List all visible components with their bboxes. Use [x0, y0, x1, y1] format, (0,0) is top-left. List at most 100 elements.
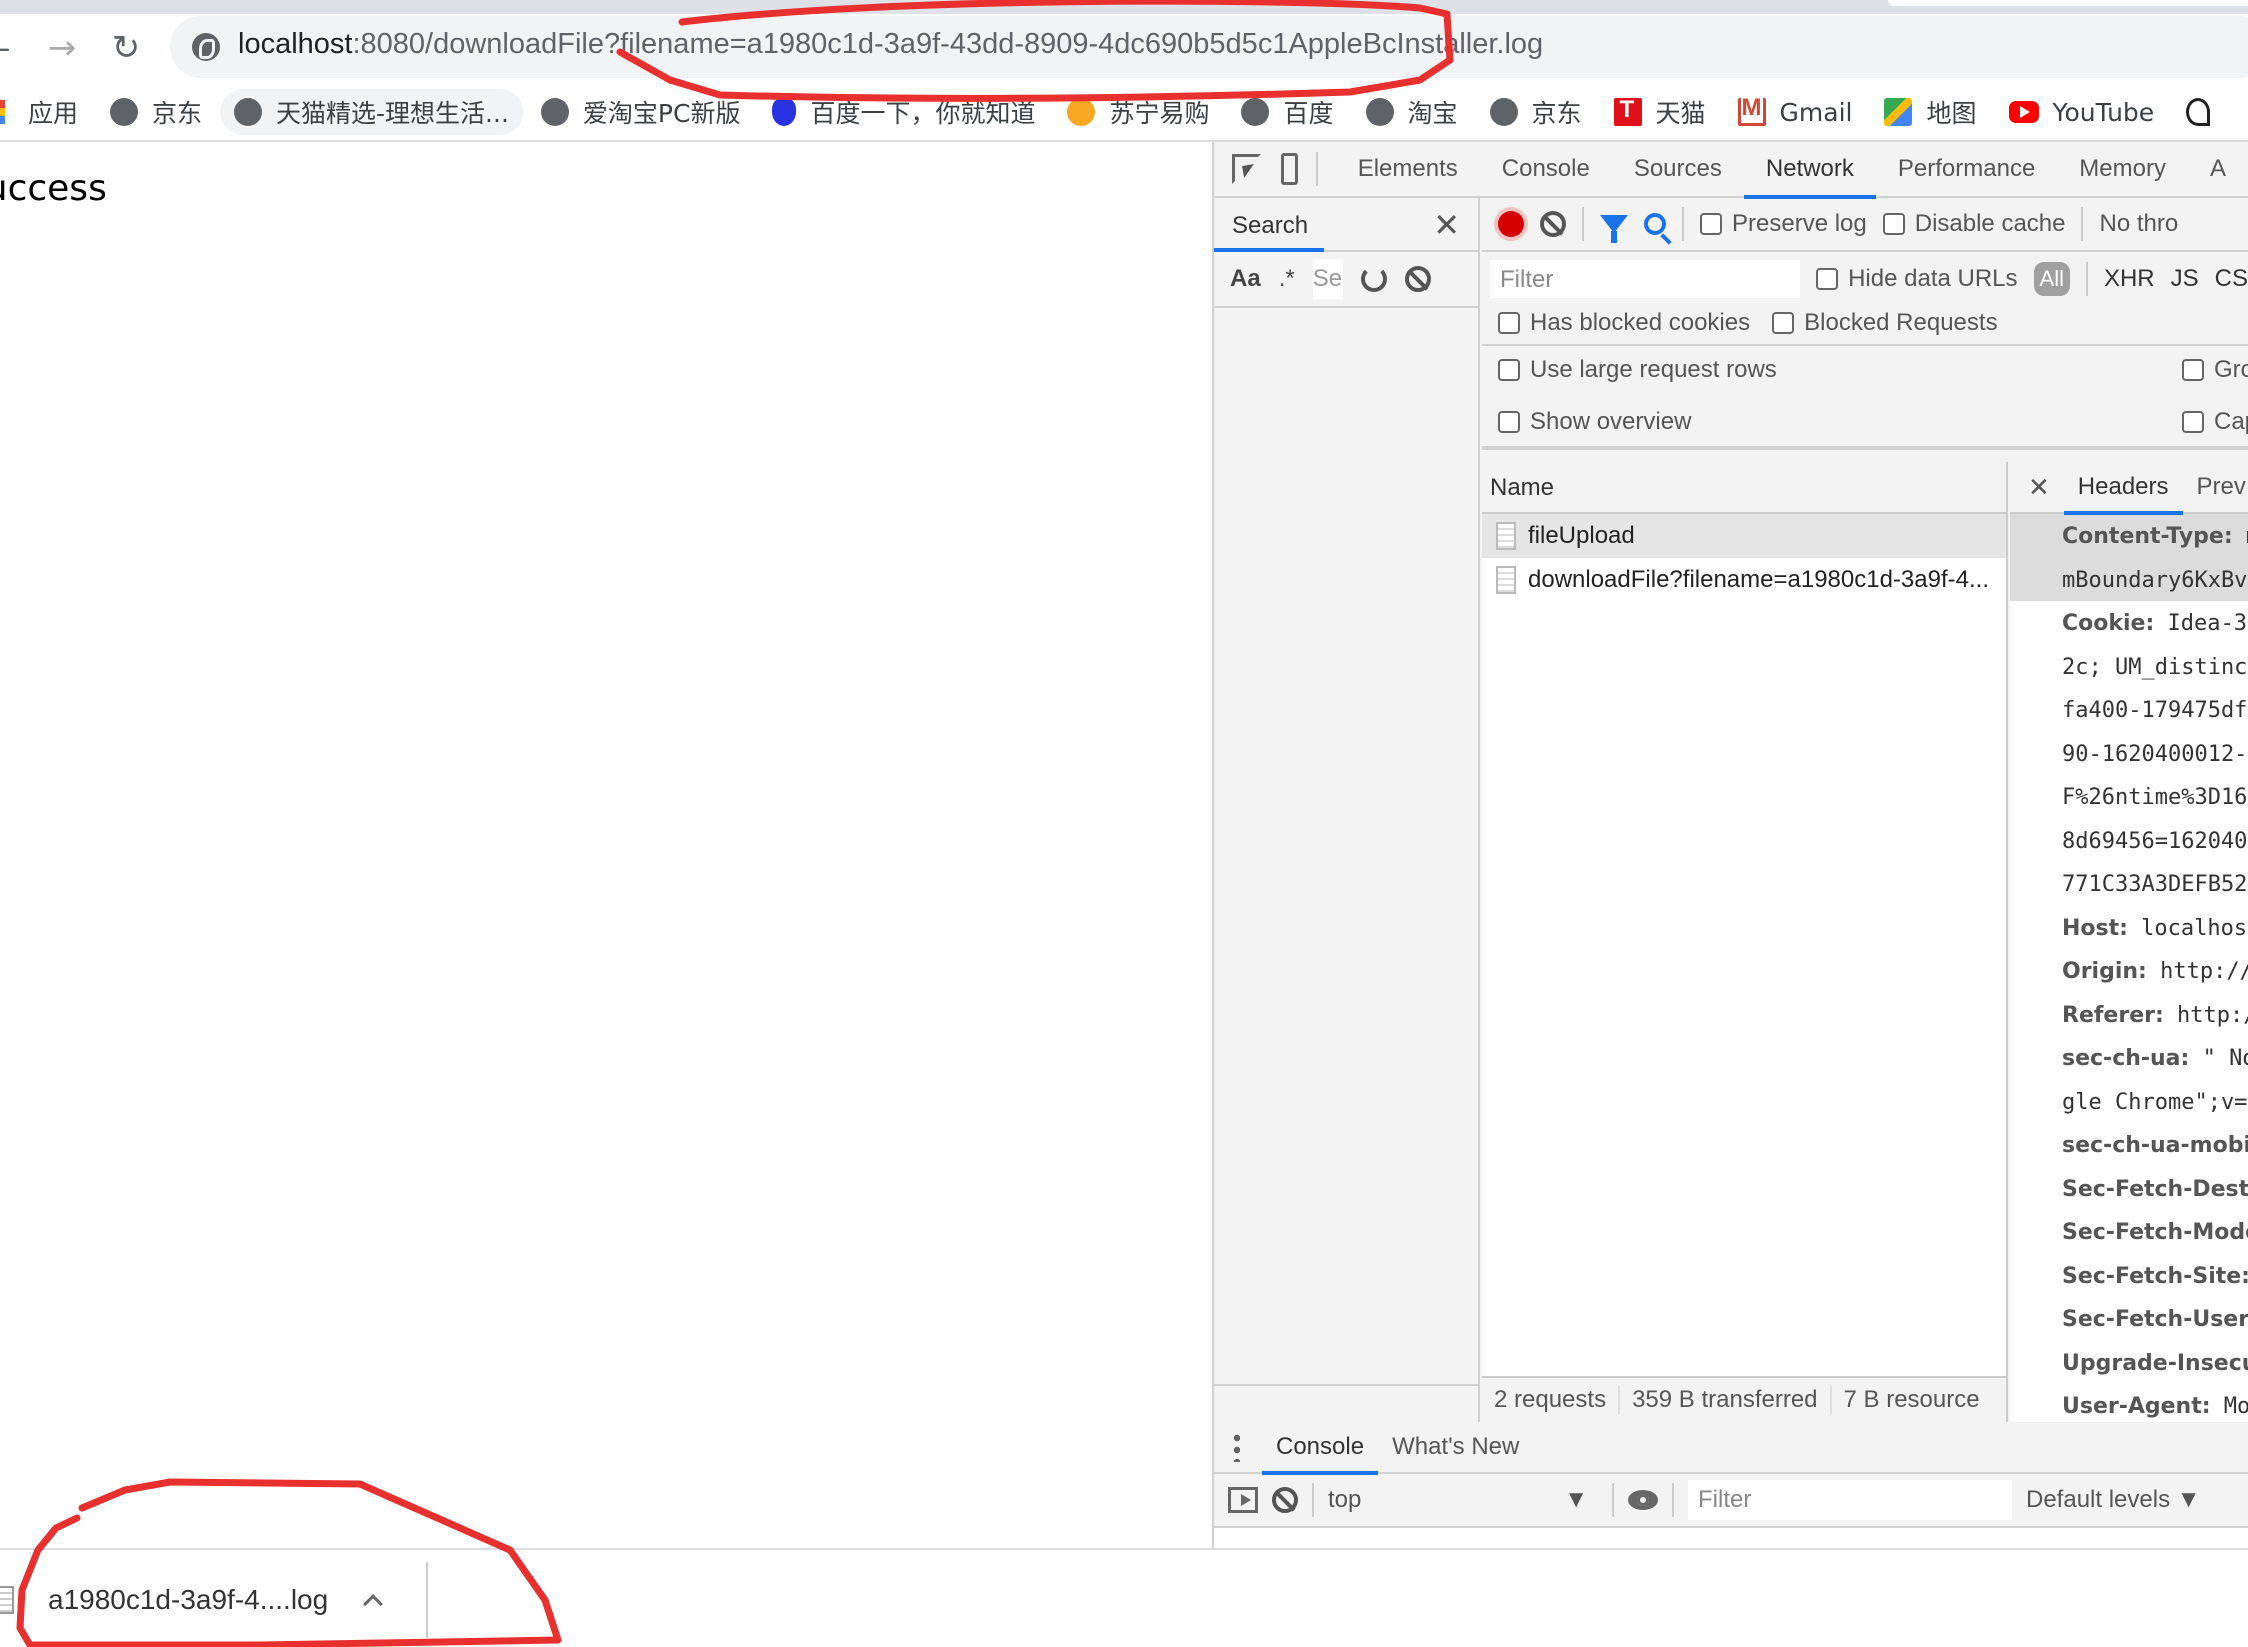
live-expression-icon[interactable]: [1628, 1490, 1658, 1510]
header-line[interactable]: sec-ch-ua: " Not: [2010, 1036, 2248, 1080]
bookmark-jd[interactable]: 京东: [96, 89, 216, 135]
bookmark-maps[interactable]: 地图: [1870, 89, 1990, 135]
device-toolbar-icon[interactable]: [1280, 153, 1298, 185]
type-filter-css[interactable]: CS: [2215, 265, 2248, 293]
hide-data-urls-checkbox[interactable]: Hide data URLs: [1816, 265, 2018, 293]
header-line[interactable]: User-Agent: Moz: [2010, 1384, 2248, 1422]
header-line[interactable]: sec-ch-ua-mobile: [2010, 1123, 2248, 1167]
checkbox-box[interactable]: [1498, 411, 1520, 433]
header-line[interactable]: Cookie: Idea-31: [2010, 601, 2248, 645]
chevron-up-icon[interactable]: [363, 1594, 384, 1614]
search-tab[interactable]: Search: [1213, 212, 1325, 252]
console-filter-input[interactable]: Filter: [1688, 1480, 2012, 1520]
back-button[interactable]: –: [0, 26, 24, 70]
request-row[interactable]: fileUpload: [1482, 514, 2006, 558]
match-case-toggle[interactable]: Aa: [1230, 265, 1261, 293]
search-icon[interactable]: [1644, 213, 1666, 235]
clear-console-icon[interactable]: [1272, 1487, 1298, 1513]
header-line[interactable]: Sec-Fetch-Dest:: [2010, 1167, 2248, 1211]
context-select[interactable]: top ▼: [1328, 1486, 1598, 1514]
type-filter-xhr[interactable]: XHR: [2104, 265, 2155, 293]
tab-performance[interactable]: Performance: [1876, 141, 2057, 197]
tab-network[interactable]: Network: [1743, 141, 1876, 199]
checkbox-box[interactable]: [1498, 359, 1520, 381]
forward-button[interactable]: →: [40, 26, 84, 70]
bookmark-overflow[interactable]: [2172, 89, 2238, 135]
header-line[interactable]: 771C33A3DEFB52: [2010, 862, 2248, 906]
header-line[interactable]: Upgrade-Insecur: [2010, 1341, 2248, 1385]
capture-screenshots-checkbox[interactable]: Cap: [2182, 408, 2248, 436]
throttling-select[interactable]: No thro: [2099, 210, 2178, 238]
header-line[interactable]: F%26ntime%3D162: [2010, 775, 2248, 819]
drawer-tab-whats-new[interactable]: What's New: [1378, 1421, 1533, 1473]
checkbox-box[interactable]: [1498, 312, 1520, 334]
bookmark-tmall[interactable]: 天猫: [1600, 89, 1720, 135]
bookmark-suning[interactable]: 苏宁易购: [1053, 89, 1223, 135]
checkbox-box[interactable]: [2182, 411, 2204, 433]
clear-search-icon[interactable]: [1404, 266, 1431, 292]
checkbox-box[interactable]: [1772, 312, 1795, 334]
tab-preview[interactable]: Prev: [2183, 462, 2248, 513]
bookmark-jd-2[interactable]: 京东: [1476, 89, 1596, 135]
header-line[interactable]: 90-1620400012-l: [2010, 732, 2248, 776]
request-row[interactable]: downloadFile?filename=a1980c1d-3a9f-4...: [1482, 558, 2006, 602]
tab-sources[interactable]: Sources: [1612, 141, 1744, 197]
has-blocked-cookies-checkbox[interactable]: Has blocked cookies: [1498, 309, 1750, 337]
url-text[interactable]: localhost:8080/downloadFile?filename=a19…: [238, 28, 1543, 61]
tab-console[interactable]: Console: [1480, 141, 1612, 197]
disable-cache-checkbox[interactable]: Disable cache: [1882, 210, 2065, 238]
show-overview-checkbox[interactable]: Show overview: [1498, 408, 1691, 436]
name-column-header[interactable]: Name: [1482, 462, 2006, 514]
bookmark-tmall-select[interactable]: 天猫精选-理想生活...: [220, 89, 523, 135]
header-line[interactable]: Referer: http://: [2010, 993, 2248, 1037]
download-item[interactable]: a1980c1d-3a9f-4....log: [0, 1562, 428, 1638]
type-filter-js[interactable]: JS: [2171, 265, 2199, 293]
bookmark-baidu[interactable]: 百度: [1227, 89, 1347, 135]
close-search-icon[interactable]: ✕: [1433, 206, 1460, 244]
clear-icon[interactable]: [1540, 211, 1566, 237]
tab-elements[interactable]: Elements: [1336, 141, 1480, 197]
active-tab-edge[interactable]: [1888, 0, 2248, 6]
bookmark-gmail[interactable]: Gmail: [1724, 89, 1867, 135]
console-output[interactable]: [1214, 1528, 2248, 1548]
tab-memory[interactable]: Memory: [2057, 141, 2188, 197]
header-line[interactable]: 2c; UM_distinct: [2010, 645, 2248, 689]
header-line[interactable]: mBoundary6KxBvl: [2010, 557, 2248, 601]
more-options-icon[interactable]: [1234, 1432, 1240, 1462]
checkbox-box[interactable]: [1816, 268, 1839, 290]
group-by-frame-checkbox[interactable]: Gro: [2182, 356, 2248, 384]
bookmark-taobao[interactable]: 淘宝: [1352, 89, 1472, 135]
bookmark-apps[interactable]: 应用: [0, 89, 92, 135]
reload-button[interactable]: ↻: [104, 26, 148, 70]
bookmark-youtube[interactable]: YouTube: [1995, 89, 2169, 135]
header-line[interactable]: Host: localhost: [2010, 906, 2248, 950]
drawer-tab-console[interactable]: Console: [1262, 1421, 1379, 1475]
filter-icon[interactable]: [1600, 215, 1628, 243]
header-line[interactable]: fa400-179475dfe: [2010, 688, 2248, 732]
regex-toggle[interactable]: .*: [1279, 265, 1295, 293]
network-filter-input[interactable]: Filter: [1490, 260, 1801, 298]
bookmark-baidu-search[interactable]: 百度一下，你就知道: [758, 89, 1049, 135]
tab-headers[interactable]: Headers: [2063, 462, 2183, 515]
checkbox-box[interactable]: [2182, 359, 2204, 381]
record-icon[interactable]: [1498, 211, 1524, 237]
address-bar[interactable]: localhost:8080/downloadFile?filename=a19…: [170, 16, 2248, 78]
close-details-icon[interactable]: ✕: [2010, 472, 2064, 503]
tab-application[interactable]: A: [2188, 141, 2248, 197]
show-sidebar-icon[interactable]: [1228, 1487, 1258, 1513]
large-rows-checkbox[interactable]: Use large request rows: [1498, 356, 1777, 384]
checkbox-box[interactable]: [1882, 213, 1905, 235]
site-info-icon[interactable]: [192, 33, 220, 61]
type-filter-all[interactable]: All: [2033, 262, 2070, 296]
refresh-icon[interactable]: [1360, 266, 1387, 292]
inspect-element-icon[interactable]: [1232, 154, 1261, 184]
header-line[interactable]: gle Chrome";v=: [2010, 1080, 2248, 1124]
header-line[interactable]: Sec-Fetch-Mode:: [2010, 1210, 2248, 1254]
checkbox-box[interactable]: [1700, 213, 1722, 235]
blocked-requests-checkbox[interactable]: Blocked Requests: [1772, 309, 1998, 337]
bookmark-aitaobao[interactable]: 爱淘宝PC新版: [527, 89, 755, 135]
preserve-log-checkbox[interactable]: Preserve log: [1700, 210, 1867, 238]
log-levels-select[interactable]: Default levels ▼: [2026, 1486, 2201, 1514]
header-line[interactable]: Origin: http://l: [2010, 949, 2248, 993]
header-line[interactable]: Content-Type: mu: [2010, 514, 2248, 558]
